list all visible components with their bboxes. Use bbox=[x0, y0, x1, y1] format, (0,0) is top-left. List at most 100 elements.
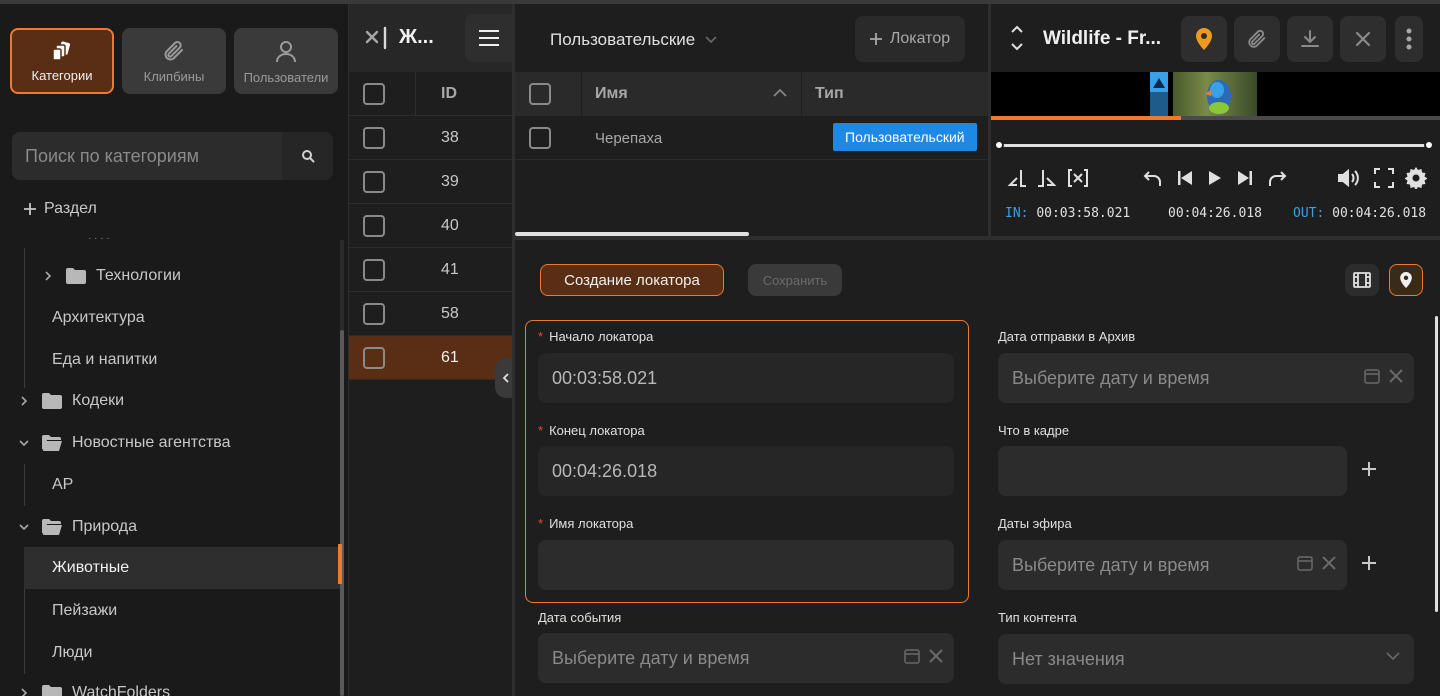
select-all-checkbox[interactable] bbox=[363, 82, 385, 105]
type-column-header[interactable]: Тип bbox=[815, 85, 844, 103]
table-row[interactable]: 41 bbox=[349, 248, 513, 292]
close-player-button[interactable] bbox=[1340, 16, 1386, 62]
tree-item-codecs[interactable]: Кодеки bbox=[0, 380, 340, 422]
name-column-header[interactable]: Имя bbox=[595, 85, 628, 103]
more-options-button[interactable] bbox=[1395, 16, 1423, 62]
locator-name-input[interactable] bbox=[538, 540, 954, 590]
filmstrip-view-button[interactable] bbox=[1345, 264, 1379, 296]
row-id: 41 bbox=[441, 260, 459, 278]
row-checkbox[interactable] bbox=[529, 127, 551, 149]
menu-button[interactable] bbox=[465, 14, 513, 62]
add-section-button[interactable]: Раздел bbox=[24, 200, 97, 218]
archive-date-placeholder: Выберите дату и время bbox=[1012, 367, 1210, 388]
playhead-marker[interactable] bbox=[1150, 72, 1168, 116]
clear-icon[interactable] bbox=[1321, 555, 1337, 571]
tree-item-people[interactable]: Люди bbox=[0, 632, 340, 674]
clear-icon[interactable] bbox=[928, 648, 944, 664]
row-checkbox[interactable] bbox=[363, 258, 385, 281]
settings-gear-icon[interactable] bbox=[1405, 167, 1427, 189]
tree-item-architecture[interactable]: Архитектура bbox=[0, 297, 340, 339]
step-forward-icon[interactable] bbox=[1237, 170, 1253, 186]
jump-back-icon[interactable] bbox=[1143, 168, 1163, 188]
add-locator-button[interactable]: Локатор bbox=[855, 16, 965, 62]
row-checkbox[interactable] bbox=[363, 126, 385, 149]
mark-in-icon[interactable] bbox=[1007, 168, 1027, 188]
tree-item-animals[interactable]: Животные bbox=[24, 547, 342, 589]
sort-up-icon[interactable] bbox=[773, 88, 787, 98]
chevron-down-icon[interactable] bbox=[18, 521, 30, 533]
chevron-right-icon[interactable] bbox=[18, 395, 30, 407]
expand-collapse-icon[interactable] bbox=[1009, 22, 1025, 54]
calendar-icon[interactable] bbox=[1364, 368, 1380, 384]
table-row-selected[interactable]: 61 bbox=[349, 336, 513, 380]
content-type-select[interactable]: Нет значения bbox=[998, 634, 1414, 684]
row-checkbox[interactable] bbox=[363, 346, 385, 369]
folder-open-icon bbox=[42, 435, 62, 451]
play-icon[interactable] bbox=[1208, 170, 1222, 186]
table-row[interactable]: 58 bbox=[349, 292, 513, 336]
tree-item-watchfolders[interactable]: WatchFolders bbox=[0, 672, 340, 696]
calendar-icon[interactable] bbox=[1297, 555, 1313, 571]
tree-item-ap[interactable]: AP bbox=[0, 464, 340, 506]
scrub-out-handle[interactable] bbox=[1424, 140, 1434, 150]
plus-icon bbox=[869, 33, 882, 45]
panel-divider[interactable] bbox=[988, 4, 991, 240]
volume-icon[interactable] bbox=[1337, 168, 1361, 188]
link-button[interactable] bbox=[1234, 16, 1280, 62]
chevron-right-icon[interactable] bbox=[18, 687, 30, 696]
form-scrollbar-thumb[interactable] bbox=[1435, 316, 1438, 612]
add-in-frame-icon[interactable] bbox=[1361, 461, 1381, 481]
table-row[interactable]: 40 bbox=[349, 204, 513, 248]
add-section-label: Раздел bbox=[44, 200, 97, 217]
archive-date-label: Дата отправки в Архив bbox=[998, 329, 1136, 344]
out-timecode: OUT: 00:04:26.018 bbox=[1293, 206, 1426, 221]
tree-item-nature[interactable]: Природа bbox=[0, 506, 340, 548]
add-air-date-icon[interactable] bbox=[1361, 555, 1381, 575]
chevron-down-icon[interactable] bbox=[18, 437, 30, 449]
step-back-icon[interactable] bbox=[1177, 170, 1193, 186]
chevron-right-icon[interactable] bbox=[42, 270, 54, 282]
row-checkbox[interactable] bbox=[363, 302, 385, 325]
mark-out-icon[interactable] bbox=[1037, 168, 1057, 188]
close-x-icon[interactable] bbox=[365, 26, 393, 50]
archive-date-input[interactable]: Выберите дату и время bbox=[998, 353, 1414, 403]
table-row[interactable]: 38 bbox=[349, 116, 513, 160]
download-button[interactable] bbox=[1287, 16, 1333, 62]
select-all-locators-checkbox[interactable] bbox=[529, 83, 551, 105]
tree-item-technologies[interactable]: Технологии bbox=[0, 255, 340, 297]
table-row[interactable]: 39 bbox=[349, 160, 513, 204]
search-button[interactable] bbox=[282, 132, 333, 180]
tree-item-food[interactable]: Еда и напитки bbox=[0, 339, 340, 381]
create-locator-tab[interactable]: Создание локатора bbox=[540, 264, 724, 296]
tree-item-partial-label: · · · · bbox=[88, 232, 110, 244]
start-timecode-input[interactable]: 00:03:58.021 bbox=[538, 353, 954, 403]
save-button[interactable]: Сохранить bbox=[748, 264, 842, 296]
row-id: 39 bbox=[441, 172, 459, 190]
in-frame-input[interactable] bbox=[998, 446, 1347, 496]
calendar-icon[interactable] bbox=[904, 648, 920, 664]
end-timecode-input[interactable]: 00:04:26.018 bbox=[538, 446, 954, 496]
clear-icon[interactable] bbox=[1388, 368, 1404, 384]
row-checkbox[interactable] bbox=[363, 170, 385, 193]
mode-categories-button[interactable]: Категории bbox=[10, 28, 114, 94]
mode-users-button[interactable]: Пользователи bbox=[234, 28, 338, 94]
locator-view-button[interactable] bbox=[1389, 264, 1423, 296]
locator-filter-select[interactable]: Пользовательские bbox=[550, 30, 717, 50]
in-timecode: IN: 00:03:58.021 bbox=[1005, 206, 1130, 221]
event-date-input[interactable]: Выберите дату и время bbox=[538, 633, 954, 683]
jump-forward-icon[interactable] bbox=[1267, 168, 1287, 188]
fullscreen-icon[interactable] bbox=[1374, 168, 1394, 188]
air-dates-input[interactable]: Выберите дату и время bbox=[998, 540, 1347, 590]
sidebar-scrollbar-thumb[interactable] bbox=[340, 330, 344, 696]
scrub-in-handle[interactable] bbox=[994, 140, 1004, 150]
scrub-bar[interactable] bbox=[999, 144, 1429, 147]
mode-clipbins-button[interactable]: Клипбины bbox=[122, 28, 226, 94]
row-checkbox[interactable] bbox=[363, 214, 385, 237]
tree-item-landscapes[interactable]: Пейзажи bbox=[0, 590, 340, 632]
clear-marks-icon[interactable] bbox=[1067, 168, 1089, 188]
tree-item-news[interactable]: Новостные агентства bbox=[0, 422, 340, 464]
categories-icon bbox=[51, 40, 73, 62]
category-search-input[interactable]: Поиск по категориям bbox=[12, 132, 282, 180]
id-column-header[interactable]: ID bbox=[441, 85, 457, 103]
locator-pin-button[interactable] bbox=[1181, 16, 1227, 62]
